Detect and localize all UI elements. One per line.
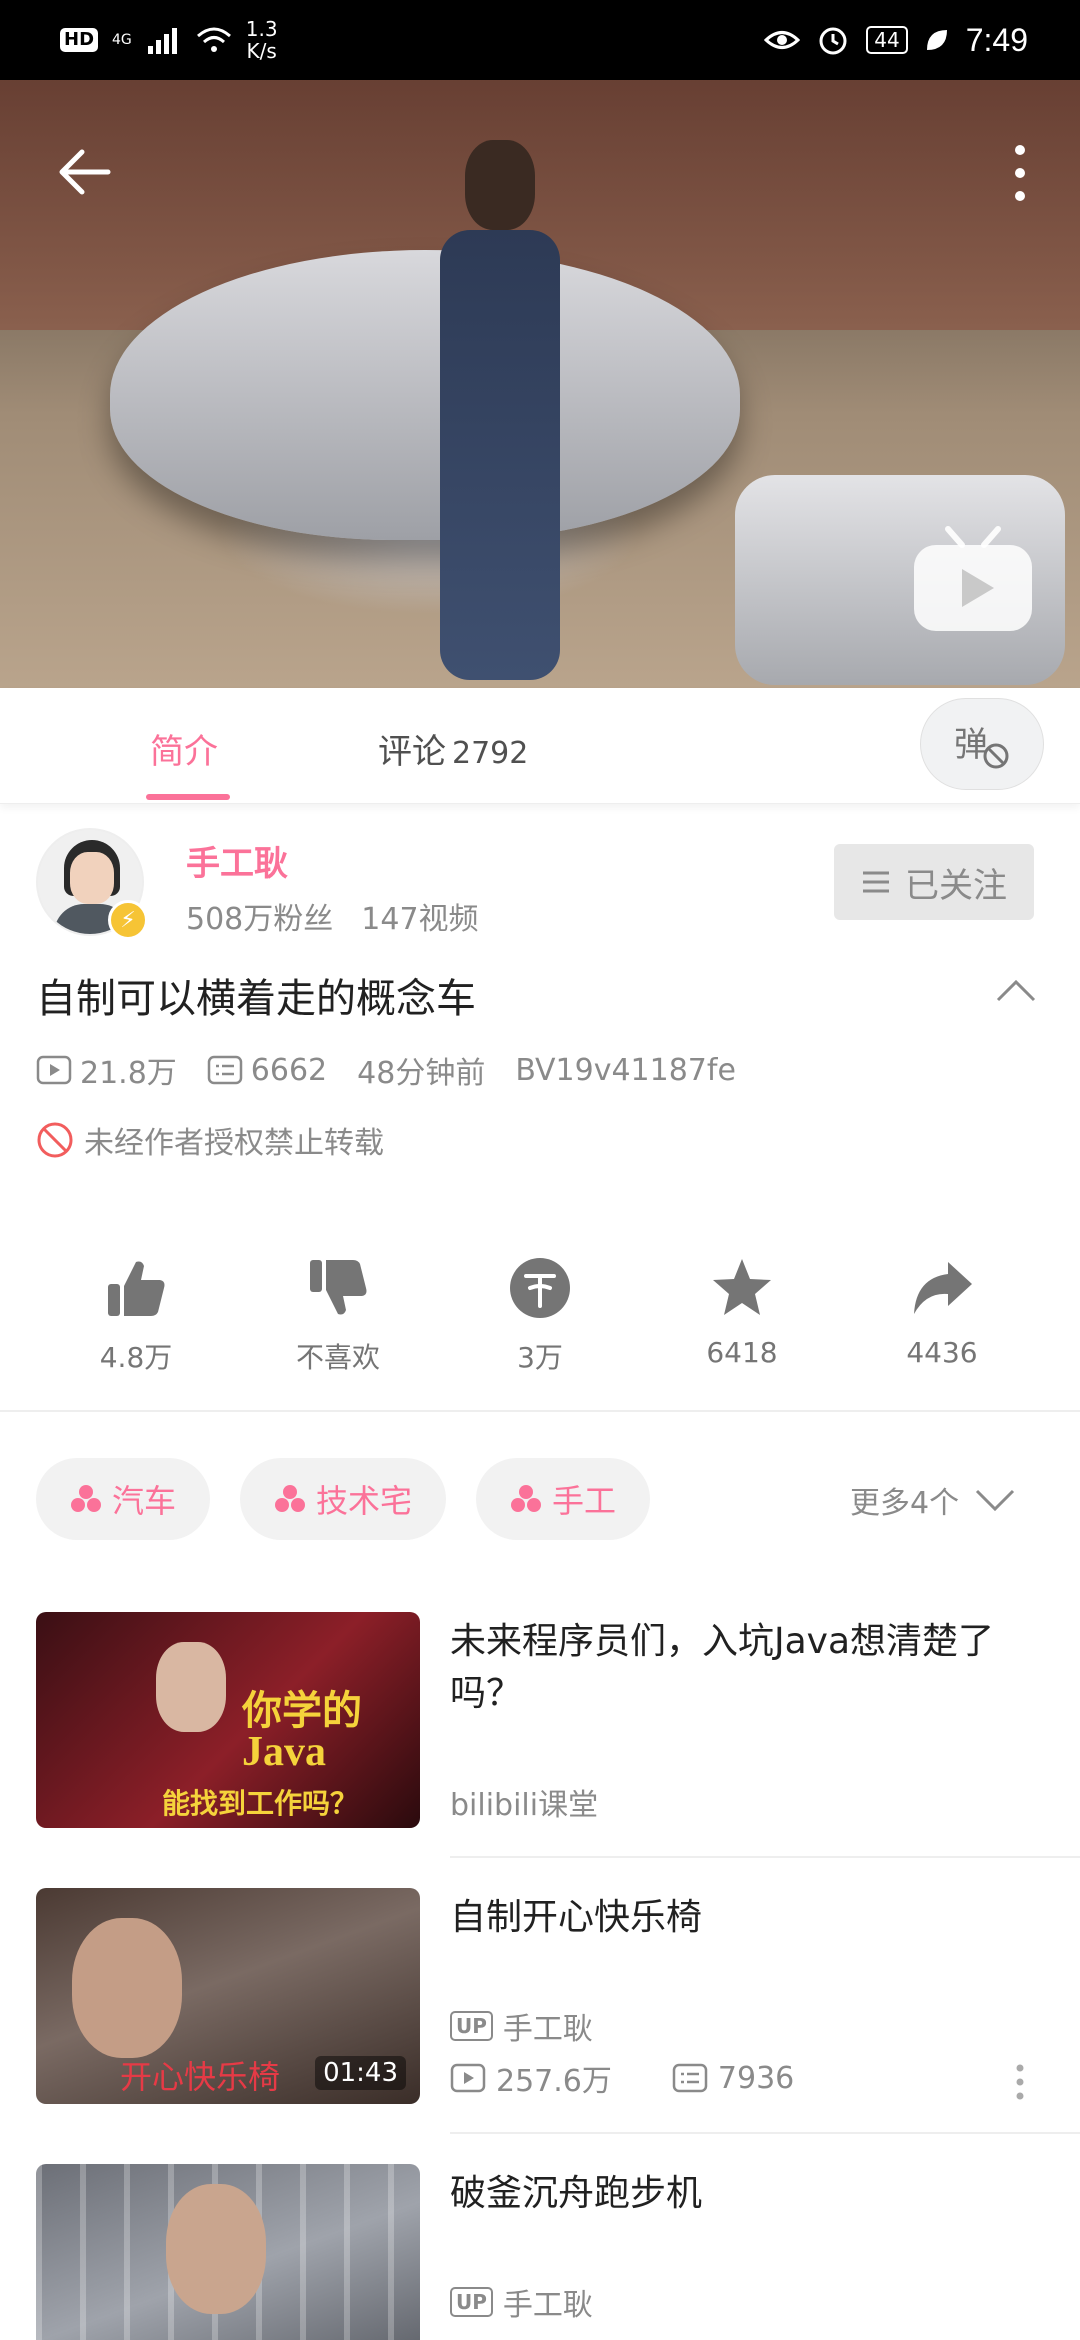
tag-chip[interactable]: 手工 xyxy=(476,1458,651,1540)
status-right: 44 7:49 xyxy=(764,22,1028,59)
tag-list: 汽车 技术宅 手工 xyxy=(36,1458,651,1540)
copyright-notice: 未经作者授权禁止转载 xyxy=(36,1118,384,1162)
wifi-icon xyxy=(196,27,231,52)
eye-icon xyxy=(764,31,801,49)
related-title: 自制开心快乐椅 xyxy=(450,1897,703,1938)
status-bar: HD 4G 1.3 K/s 44 7:49 xyxy=(0,0,1080,80)
video-cover[interactable] xyxy=(0,80,1080,688)
up-badge-icon: UP xyxy=(450,2287,493,2317)
svg-text:弹: 弹 xyxy=(954,725,988,765)
coin-count: 3万 xyxy=(517,1341,563,1374)
uploader-name[interactable]: 手工耿 xyxy=(186,836,288,885)
related-title: 未来程序员们，入坑Java想清楚了吗？ xyxy=(450,1621,995,1714)
video-meta: 21.8万 6662 48分钟前 BV19v41187fe xyxy=(36,1048,766,1092)
coin-icon xyxy=(510,1258,570,1318)
status-left: HD 4G 1.3 K/s xyxy=(60,18,278,62)
signal-icon xyxy=(147,28,177,54)
cover-person xyxy=(420,140,570,680)
battery-indicator: 44 xyxy=(866,26,908,54)
danmaku-count-icon xyxy=(207,1055,243,1085)
tab-comments-label: 评论 xyxy=(378,732,446,772)
section-divider xyxy=(0,1410,1080,1412)
video-thumbnail: 开心快乐椅 01:43 xyxy=(36,1888,420,2104)
list-item[interactable]: 开心快乐椅 01:43 自制开心快乐椅 UP 手工耿 257.6万 7936 xyxy=(0,1888,1080,2164)
tag-dots-icon xyxy=(511,1485,542,1512)
tag-chip[interactable]: 汽车 xyxy=(36,1458,211,1540)
back-arrow-icon[interactable] xyxy=(52,140,116,204)
list-divider xyxy=(450,2132,1080,2134)
share-count: 4436 xyxy=(906,1336,978,1369)
related-title: 破釜沉舟跑步机 xyxy=(450,2173,703,2214)
favorite-button[interactable]: 6418 xyxy=(672,1256,812,1369)
dislike-label: 不喜欢 xyxy=(295,1341,380,1374)
tag-label: 手工 xyxy=(552,1482,617,1520)
video-duration: 01:43 xyxy=(315,2056,406,2090)
like-count: 4.8万 xyxy=(99,1341,173,1374)
tab-active-indicator xyxy=(146,794,230,800)
menu-lines-icon xyxy=(863,871,889,893)
tag-chip[interactable]: 技术宅 xyxy=(240,1458,447,1540)
more-vertical-icon[interactable] xyxy=(1014,2062,1026,2102)
uploader-stats: 508万粉丝 147视频 xyxy=(186,894,479,938)
action-bar: 4.8万 不喜欢 3万 6418 4436 xyxy=(0,1256,1080,1380)
list-item[interactable]: 你学的 Java 能找到工作吗？ 未来程序员们，入坑Java想清楚了吗？ bil… xyxy=(0,1612,1080,1888)
meta-plays: 21.8万 xyxy=(36,1048,177,1092)
share-icon xyxy=(914,1262,972,1314)
meta-bvid: BV19v41187fe xyxy=(515,1052,736,1088)
chevron-down-icon xyxy=(976,1489,1015,1512)
alarm-icon xyxy=(819,27,847,55)
tag-label: 汽车 xyxy=(112,1482,177,1520)
leaf-icon xyxy=(926,30,947,50)
chevron-up-icon[interactable] xyxy=(994,970,1038,1010)
related-source: bilibili课堂 xyxy=(450,1788,599,1823)
star-icon xyxy=(713,1259,771,1315)
network-type: 4G xyxy=(112,31,132,48)
dislike-icon xyxy=(310,1260,367,1315)
list-item[interactable]: 破釜沉舟跑步机 UP 手工耿 xyxy=(0,2164,1080,2340)
up-badge-icon: UP xyxy=(450,2011,493,2041)
coin-button[interactable]: 3万 xyxy=(470,1256,610,1376)
play-count-icon xyxy=(36,1055,72,1085)
detail-tabs: 简介 评论 2792 弹 xyxy=(0,688,1080,804)
tv-play-icon[interactable] xyxy=(910,525,1036,635)
more-tags-button[interactable]: 更多4个 xyxy=(850,1478,1015,1522)
danmaku-off-icon: 弹 xyxy=(954,725,1009,769)
no-entry-icon xyxy=(37,1122,73,1158)
related-stats: 257.6万 7936 xyxy=(450,2056,794,2100)
meta-posted: 48分钟前 xyxy=(357,1056,486,1091)
danmaku-toggle-button[interactable]: 弹 xyxy=(920,698,1044,790)
more-tags-label: 更多4个 xyxy=(850,1486,960,1521)
follow-button-label: 已关注 xyxy=(905,865,1007,906)
like-button[interactable]: 4.8万 xyxy=(66,1256,206,1376)
tag-label: 技术宅 xyxy=(316,1482,413,1520)
meta-danmaku: 6662 xyxy=(207,1053,327,1088)
follow-button[interactable]: 已关注 xyxy=(834,844,1034,920)
like-icon xyxy=(108,1261,165,1316)
share-button[interactable]: 4436 xyxy=(872,1256,1012,1369)
tag-dots-icon xyxy=(71,1485,101,1512)
play-count-icon xyxy=(450,2063,486,2093)
tab-comments[interactable]: 评论 2792 xyxy=(378,724,528,773)
uploader-fans: 508万粉丝 xyxy=(186,902,334,937)
video-thumbnail: 你学的 Java 能找到工作吗？ xyxy=(36,1612,420,1828)
tab-comments-count: 2792 xyxy=(452,736,529,771)
more-vertical-icon[interactable] xyxy=(1000,138,1040,208)
dislike-button[interactable]: 不喜欢 xyxy=(268,1256,408,1376)
related-uploader: UP 手工耿 xyxy=(450,2280,593,2324)
tag-dots-icon xyxy=(275,1485,306,1512)
hd-indicator: HD xyxy=(60,28,99,52)
video-title: 自制可以横着走的概念车 xyxy=(36,976,476,1022)
related-uploader: UP 手工耿 xyxy=(450,2004,593,2048)
list-divider xyxy=(450,1856,1080,1858)
network-speed: 1.3 K/s xyxy=(245,17,278,63)
clock: 7:49 xyxy=(965,21,1028,58)
video-thumbnail xyxy=(36,2164,420,2340)
verified-badge-icon: ⚡ xyxy=(108,900,148,940)
favorite-count: 6418 xyxy=(706,1336,778,1369)
uploader-video-count: 147视频 xyxy=(361,902,479,937)
tab-intro[interactable]: 简介 xyxy=(150,724,218,773)
danmaku-count-icon xyxy=(672,2063,708,2093)
